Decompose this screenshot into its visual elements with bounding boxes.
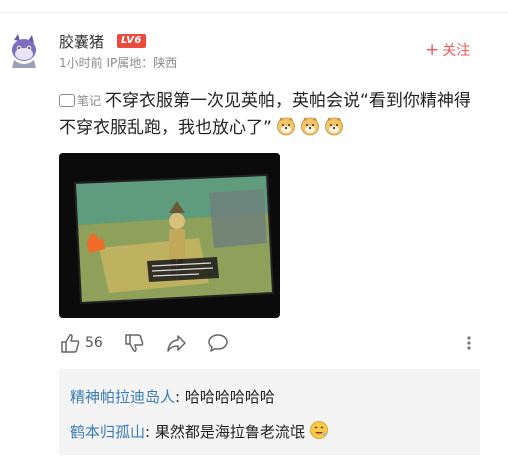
comment-photo[interactable] — [59, 153, 280, 318]
more-options-button[interactable] — [465, 332, 473, 358]
reply-username[interactable]: 鹤本归孤山 — [70, 423, 145, 441]
ip-location: IP属地：陕西 — [106, 56, 178, 70]
comment-bubble-icon — [208, 334, 228, 352]
username[interactable]: 胶囊猪 — [59, 31, 104, 52]
doge-icon — [324, 116, 344, 136]
level-badge: LV6 — [117, 34, 146, 48]
share-icon — [167, 335, 186, 352]
like-button[interactable] — [59, 332, 81, 358]
avatar[interactable] — [6, 32, 42, 68]
reply-item[interactable]: 精神帕拉迪岛人: 哈哈哈哈哈哈 — [70, 386, 275, 407]
comment-time: 1小时前 — [59, 56, 103, 70]
comment-meta: 1小时前 IP属地：陕西 — [59, 54, 177, 71]
doge-icon — [276, 116, 296, 136]
share-button[interactable] — [165, 332, 187, 358]
plus-icon: + — [425, 40, 440, 60]
thumbs-up-icon — [61, 334, 80, 353]
comment-button[interactable] — [207, 332, 229, 358]
follow-label: 关注 — [442, 43, 471, 59]
doge-icon — [300, 116, 320, 136]
comment-text: 不穿衣服第一次见英帕，英帕会说“看到你精神得不穿衣服乱跑，我也放心了” — [59, 91, 471, 138]
reply-text: 哈哈哈哈哈哈 — [180, 388, 275, 406]
follow-button[interactable]: + 关注 — [425, 40, 470, 60]
reply-item[interactable]: 鹤本归孤山: 果然都是海拉鲁老流氓 — [70, 420, 329, 442]
dislike-button[interactable] — [123, 332, 145, 358]
more-vertical-icon — [467, 336, 471, 350]
note-icon — [59, 94, 75, 107]
note-tag[interactable]: 笔记 — [59, 93, 101, 109]
comment-body: 笔记 不穿衣服第一次见英帕，英帕会说“看到你精神得不穿衣服乱跑，我也放心了” — [59, 88, 479, 142]
drooling-emoji-icon — [309, 420, 329, 440]
thumbs-down-icon — [125, 334, 144, 352]
replies-box[interactable]: 精神帕拉迪岛人: 哈哈哈哈哈哈 鹤本归孤山: 果然都是海拉鲁老流氓 — [59, 369, 480, 455]
reply-text: 果然都是海拉鲁老流氓 — [150, 423, 305, 441]
like-count: 56 — [85, 335, 103, 351]
action-bar: 56 — [59, 332, 479, 356]
reply-username[interactable]: 精神帕拉迪岛人 — [70, 388, 175, 406]
top-divider — [0, 0, 508, 13]
